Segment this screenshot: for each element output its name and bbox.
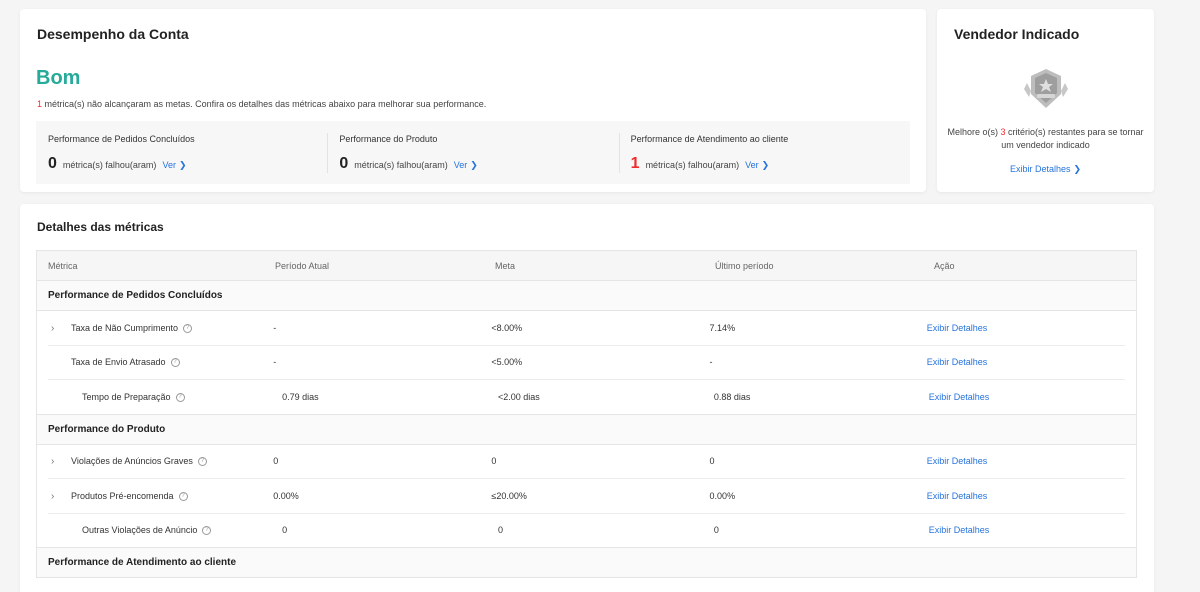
target-value: ≤20.00% xyxy=(491,490,527,501)
metrics-details-card: Detalhes das métricas Métrica Período At… xyxy=(20,204,1154,592)
group-header: Performance do Produto xyxy=(37,414,1136,445)
metric-name: Violações de Anúncios Graves xyxy=(71,456,193,467)
metric-name: Outras Violações de Anúncio xyxy=(82,525,198,536)
account-performance-title: Desempenho da Conta xyxy=(37,26,189,42)
help-icon[interactable]: ? xyxy=(170,358,180,368)
current-value: 0 xyxy=(282,525,288,536)
view-details-link[interactable]: Exibir Detalhes xyxy=(927,456,988,466)
description-text: métrica(s) não alcançaram as metas. Conf… xyxy=(42,99,487,109)
header-target: Meta xyxy=(495,260,516,271)
group-header: Performance de Pedidos Concluídos xyxy=(37,281,1136,311)
summary-title: Performance do Produto xyxy=(339,134,438,144)
summary-fail-text: métrica(s) falhou(aram) xyxy=(354,160,448,170)
header-last-period: Último período xyxy=(715,260,774,271)
table-row: › Produtos Pré-encomenda? 0.00% ≤20.00% 0… xyxy=(48,479,1125,514)
seller-message: Melhore o(s) 3 critério(s) restantes par… xyxy=(947,127,1144,150)
summary-customer-service: Performance de Atendimento ao cliente 1 … xyxy=(618,121,910,184)
recommended-seller-title: Vendedor Indicado xyxy=(954,26,1080,42)
current-value: - xyxy=(273,357,277,368)
metrics-details-title: Detalhes das métricas xyxy=(37,220,164,234)
last-value: - xyxy=(709,357,713,368)
summary-product: Performance do Produto 0 métrica(s) falh… xyxy=(327,121,618,184)
view-details-link[interactable]: Exibir Detalhes xyxy=(927,357,988,367)
table-row: › Violações de Anúncios Graves? 0 0 0 Exi… xyxy=(48,445,1125,479)
target-value: 0 xyxy=(498,525,504,536)
summary-fail-text: métrica(s) falhou(aram) xyxy=(62,160,157,170)
header-metric: Métrica xyxy=(48,260,78,271)
summary-orders: Performance de Pedidos Concluídos 0 métr… xyxy=(36,121,327,184)
last-value: 7.14% xyxy=(709,322,736,333)
current-value: - xyxy=(273,322,277,333)
last-value: 0.00% xyxy=(709,490,736,501)
chevron-right-icon: ❯ xyxy=(178,160,187,170)
current-value: 0.79 dias xyxy=(282,391,319,402)
last-value: 0.88 dias xyxy=(713,391,751,402)
view-details-link[interactable]: Exibir Detalhes xyxy=(927,491,988,501)
help-icon[interactable]: ? xyxy=(202,526,212,536)
table-row: Taxa de Envio Atrasado? - <5.00% - Exibi… xyxy=(48,346,1125,380)
view-customer-service-link[interactable]: Ver ❯ xyxy=(745,160,769,171)
summary-title: Performance de Pedidos Concluídos xyxy=(48,134,195,144)
chevron-right-icon: ❯ xyxy=(1073,164,1082,174)
account-description: 1 métrica(s) não alcançaram as metas. Co… xyxy=(37,99,486,109)
metric-name: Tempo de Preparação xyxy=(82,391,171,402)
chevron-right-icon[interactable]: › xyxy=(51,456,54,467)
current-value: 0.00% xyxy=(273,490,299,501)
table-header: Métrica Período Atual Meta Último períod… xyxy=(37,251,1136,281)
last-value: 0 xyxy=(709,456,715,467)
chevron-right-icon: ❯ xyxy=(761,160,770,170)
metric-name: Produtos Pré-encomenda xyxy=(71,490,174,501)
target-value: <5.00% xyxy=(491,357,523,368)
chevron-right-icon[interactable]: › xyxy=(51,323,54,334)
summary-count: 1 xyxy=(630,155,640,172)
performance-summary: Performance de Pedidos Concluídos 0 métr… xyxy=(36,121,910,184)
help-icon[interactable]: ? xyxy=(178,491,188,501)
current-value: 0 xyxy=(273,456,279,467)
seller-badge-icon xyxy=(1024,69,1068,108)
target-value: 0 xyxy=(491,456,497,467)
summary-title: Performance de Atendimento ao cliente xyxy=(630,134,789,144)
summary-count: 0 xyxy=(48,155,57,172)
metric-name: Taxa de Não Cumprimento xyxy=(71,322,179,333)
target-value: <8.00% xyxy=(491,322,523,333)
summary-fail-text: métrica(s) falhou(aram) xyxy=(645,160,740,170)
view-product-link[interactable]: Ver ❯ xyxy=(454,160,478,171)
target-value: <2.00 dias xyxy=(498,391,540,402)
table-row: Tempo de Preparação? 0.79 dias <2.00 dia… xyxy=(37,380,1136,415)
view-details-link[interactable]: Exibir Detalhes xyxy=(927,323,988,333)
view-details-link[interactable]: Exibir Detalhes xyxy=(929,392,990,402)
table-row: › Taxa de Não Cumprimento? - <8.00% 7.14%… xyxy=(48,311,1125,346)
chevron-right-icon[interactable]: › xyxy=(51,491,54,502)
header-action: Ação xyxy=(934,260,955,271)
help-icon[interactable]: ? xyxy=(175,392,185,402)
account-performance-card: Desempenho da Conta Bom 1 métrica(s) não… xyxy=(20,9,926,192)
last-value: 0 xyxy=(713,525,719,536)
metrics-table: Métrica Período Atual Meta Último períod… xyxy=(36,250,1137,578)
recommended-seller-card: Vendedor Indicado Melhore o(s) 3 critéri… xyxy=(937,9,1154,192)
header-current-period: Período Atual xyxy=(275,260,330,271)
help-icon[interactable]: ? xyxy=(183,323,193,333)
help-icon[interactable]: ? xyxy=(197,457,207,467)
account-status: Bom xyxy=(36,67,81,89)
seller-details-link[interactable]: Exibir Detalhes ❯ xyxy=(1010,164,1081,174)
view-orders-link[interactable]: Ver ❯ xyxy=(162,160,186,171)
metric-name: Taxa de Envio Atrasado xyxy=(71,357,166,368)
table-row: Outras Violações de Anúncio? 0 0 0 Exibi… xyxy=(37,514,1136,548)
group-header: Performance de Atendimento ao cliente xyxy=(37,548,1136,578)
summary-count: 0 xyxy=(339,155,349,172)
view-details-link[interactable]: Exibir Detalhes xyxy=(929,525,990,535)
chevron-right-icon: ❯ xyxy=(470,160,478,170)
